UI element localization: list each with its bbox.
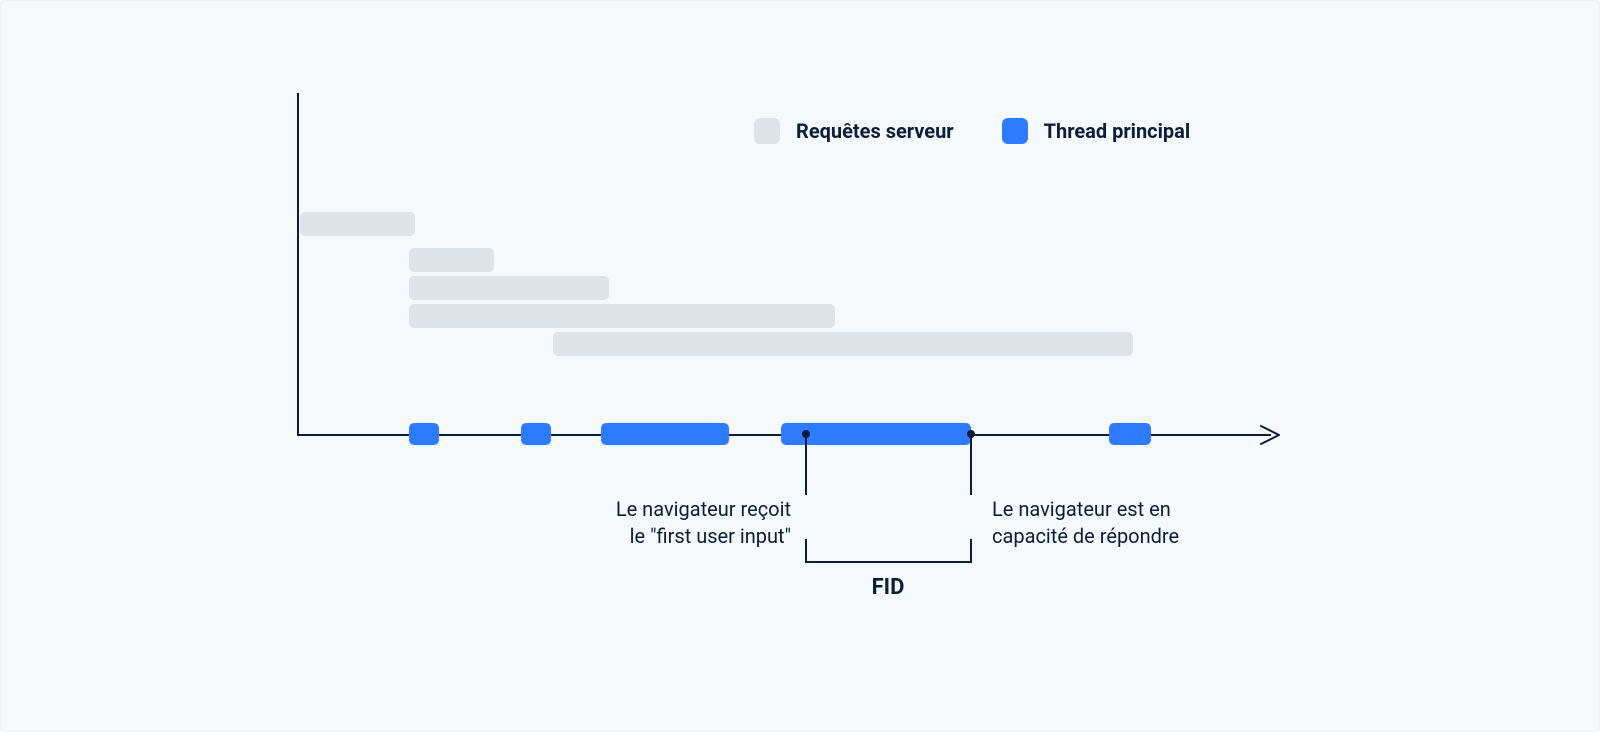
server-bar <box>553 332 1133 356</box>
annotation-input-line2: le "first user input" <box>556 523 791 550</box>
annotation-input-line1: Le navigateur reçoit <box>556 496 791 523</box>
fid-label: FID <box>872 575 905 600</box>
server-bar <box>409 248 494 272</box>
thread-bar <box>521 423 551 445</box>
marker-line-input <box>805 434 807 495</box>
legend-item-thread: Thread principal <box>1002 118 1191 144</box>
legend-label-server: Requêtes serveur <box>796 119 954 143</box>
legend-label-thread: Thread principal <box>1044 119 1191 143</box>
server-bar <box>409 276 609 300</box>
square-icon <box>1002 118 1028 144</box>
x-axis-arrow-icon <box>1259 424 1283 446</box>
thread-bar <box>409 423 439 445</box>
server-bar <box>300 212 415 236</box>
legend: Requêtes serveur Thread principal <box>754 118 1190 144</box>
annotation-ready-line1: Le navigateur est en <box>992 496 1252 523</box>
thread-bar <box>1109 423 1151 445</box>
marker-line-ready <box>970 434 972 495</box>
bracket-bottom <box>805 561 972 563</box>
diagram-stage: Requêtes serveur Thread principal Le nav… <box>0 0 1600 732</box>
square-icon <box>754 118 780 144</box>
legend-item-server: Requêtes serveur <box>754 118 954 144</box>
y-axis <box>297 93 299 434</box>
server-bar <box>409 304 835 328</box>
annotation-ready-line2: capacité de répondre <box>992 523 1252 550</box>
thread-bar <box>601 423 729 445</box>
bracket-left <box>805 539 807 563</box>
annotation-ready: Le navigateur est en capacité de répondr… <box>992 496 1252 550</box>
bracket-right <box>970 539 972 563</box>
annotation-input: Le navigateur reçoit le "first user inpu… <box>556 496 791 550</box>
